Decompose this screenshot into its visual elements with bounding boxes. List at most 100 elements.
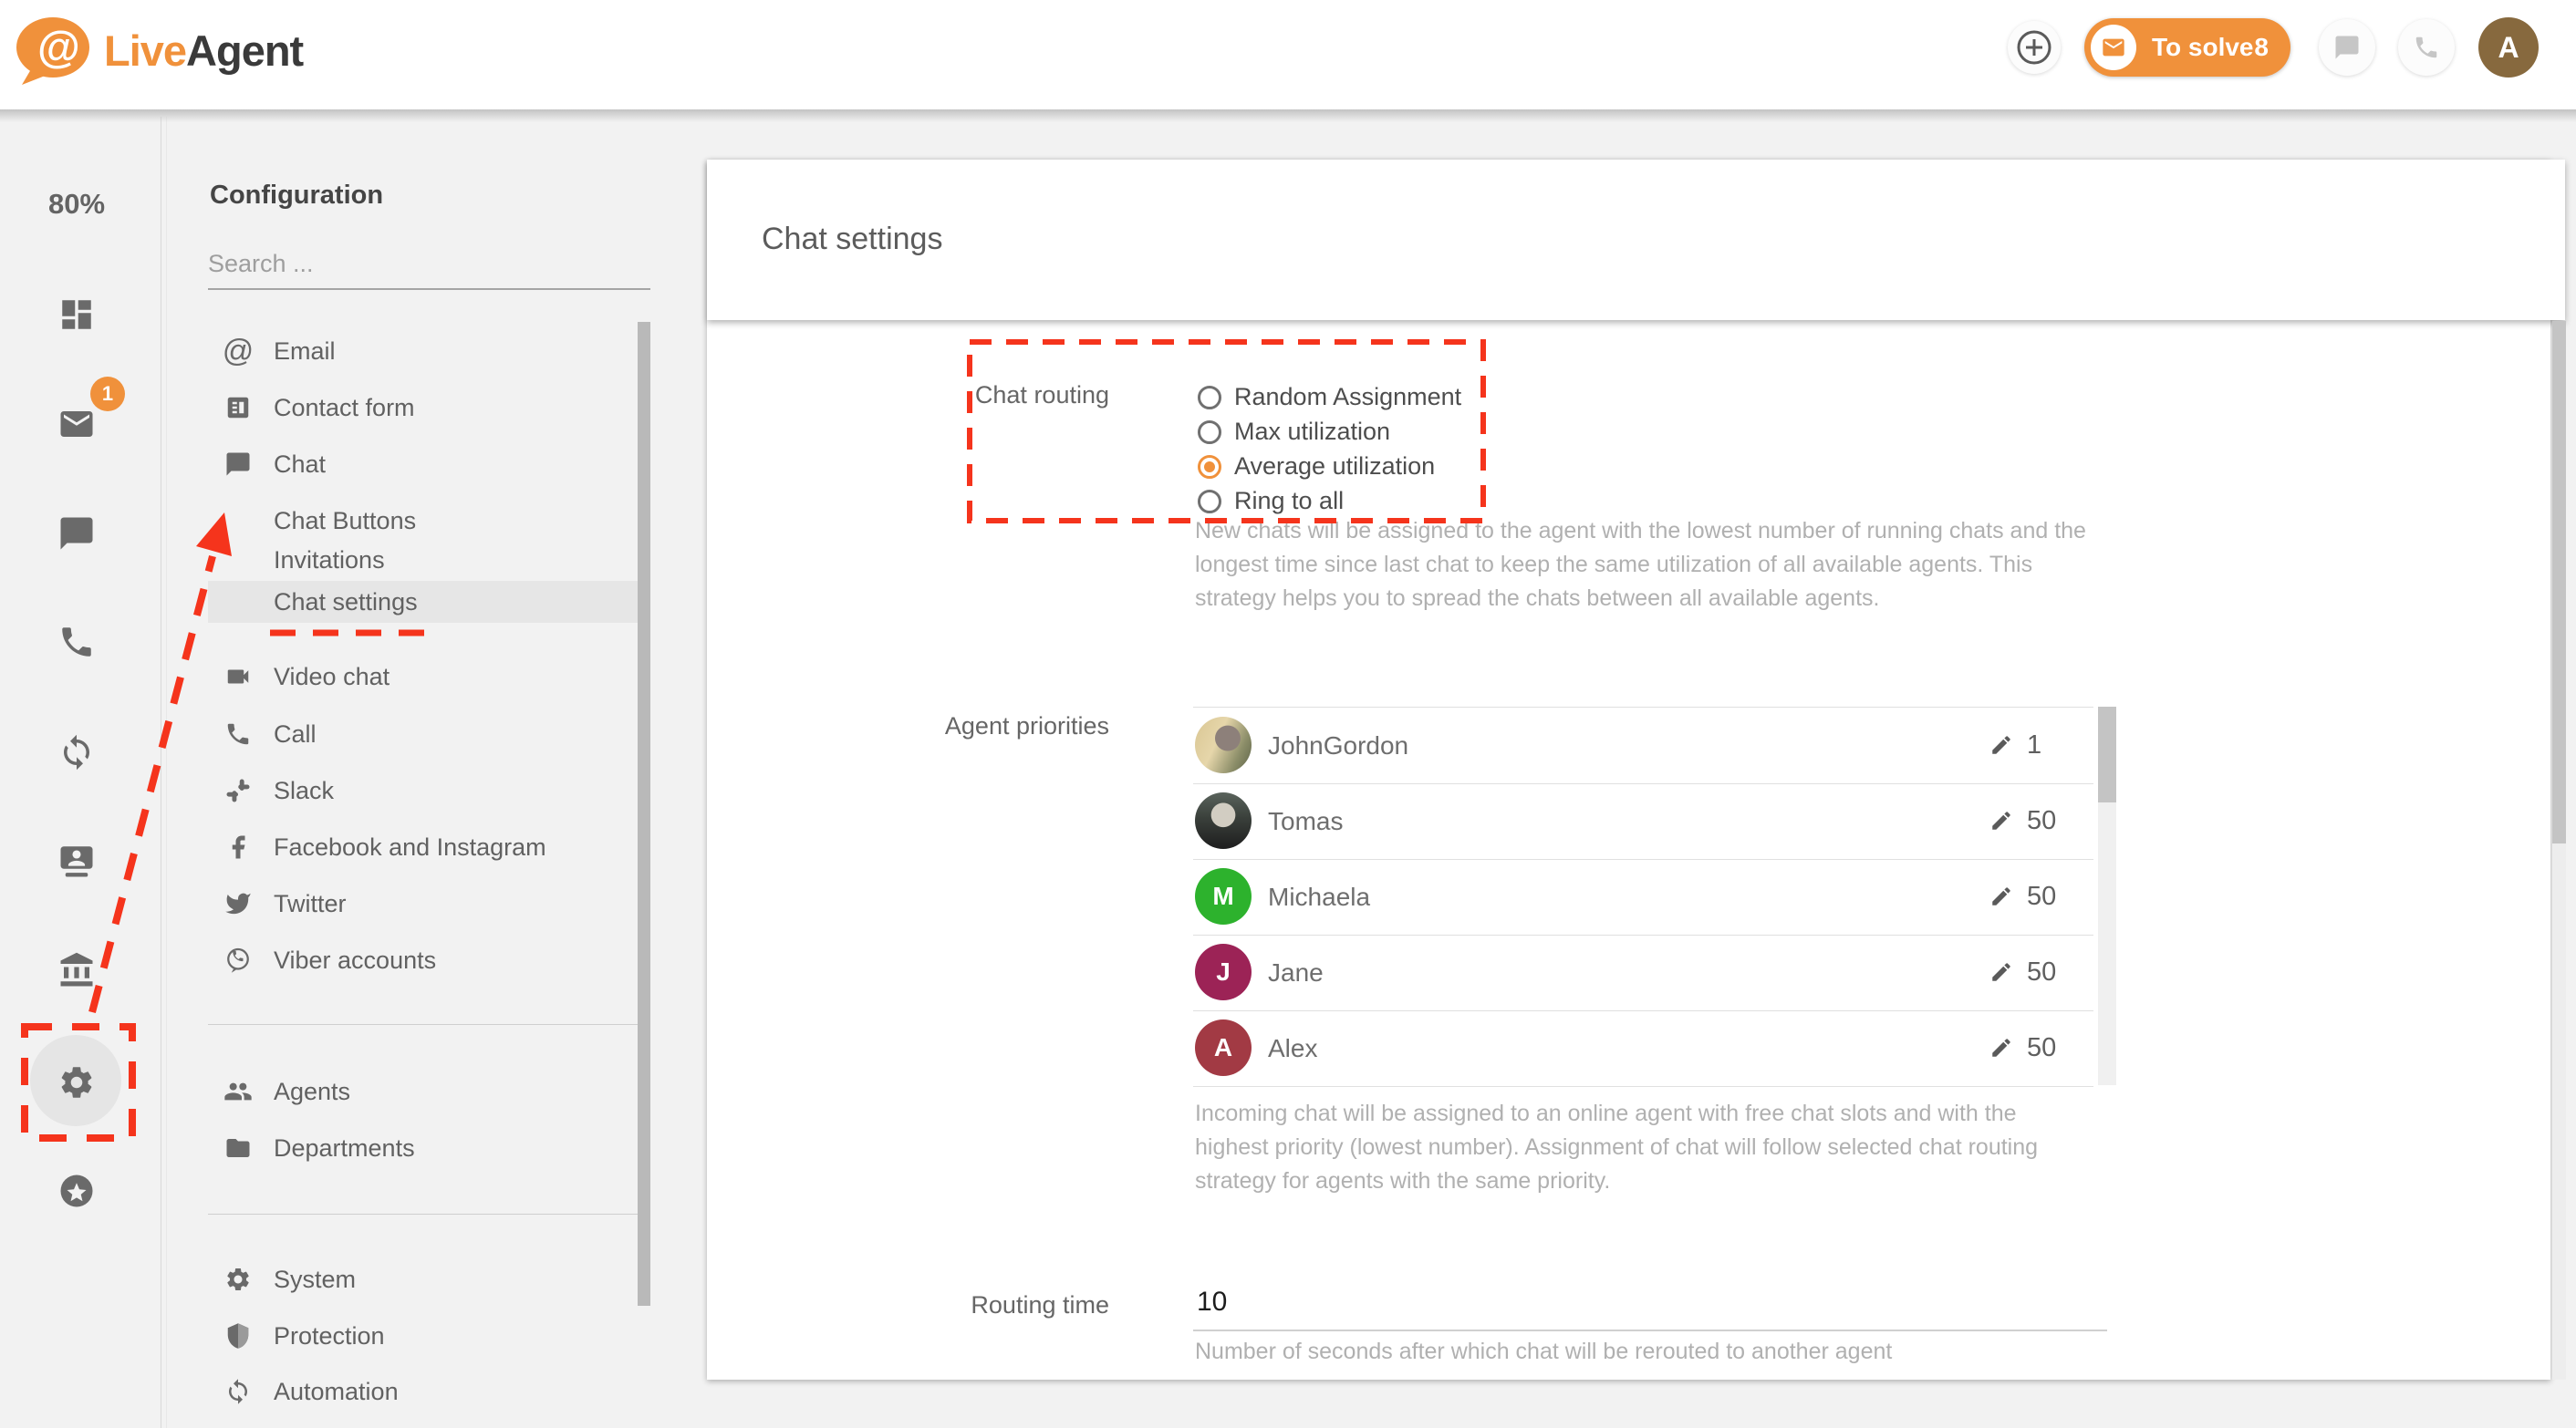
radio-circle-icon[interactable] xyxy=(1198,420,1221,444)
radio-label: Max utilization xyxy=(1234,418,1390,446)
mail-icon xyxy=(57,405,96,443)
routing-time-input[interactable]: 10 xyxy=(1197,1287,1227,1318)
to-solve-button[interactable]: To solve 8 xyxy=(2084,18,2290,77)
dashboard-icon xyxy=(57,295,96,334)
chats-button[interactable] xyxy=(2319,19,2375,76)
user-avatar-initial: A xyxy=(2498,31,2519,65)
radio-circle-icon[interactable] xyxy=(1198,490,1221,513)
priority-value[interactable]: 50 xyxy=(2027,806,2056,836)
sidebar-item-customers[interactable] xyxy=(57,842,96,880)
sidebar-item-automation[interactable] xyxy=(57,733,96,771)
config-item-label: Contact form xyxy=(274,394,415,422)
edit-pencil-icon[interactable] xyxy=(1989,1036,2013,1060)
agent-list-scrollbar-thumb[interactable] xyxy=(2098,707,2116,802)
autorenew-icon xyxy=(57,733,96,771)
sidebar-item-configuration[interactable] xyxy=(57,1063,96,1102)
config-item-label: System xyxy=(274,1266,356,1294)
config-panel-title: Configuration xyxy=(210,181,383,211)
config-item-viber[interactable]: Viber accounts xyxy=(167,932,651,988)
logo-text-live: Live xyxy=(104,26,186,75)
edit-pencil-icon[interactable] xyxy=(1989,885,2013,908)
config-item-agents[interactable]: Agents xyxy=(167,1063,651,1120)
page-scrollbar-thumb[interactable] xyxy=(2552,321,2566,843)
sidebar-item-gamification[interactable] xyxy=(57,1172,96,1210)
agent-priorities-label: Agent priorities xyxy=(836,712,1109,740)
priority-value[interactable]: 1 xyxy=(2027,730,2041,761)
edit-pencil-icon[interactable] xyxy=(1989,809,2013,833)
config-item-label: Chat settings xyxy=(274,588,418,616)
config-item-protection[interactable]: Protection xyxy=(167,1308,651,1364)
autorenew-icon xyxy=(223,1377,253,1406)
radio-random-assignment[interactable]: Random Assignment xyxy=(1198,383,1461,411)
config-item-video-chat[interactable]: Video chat xyxy=(167,648,651,705)
config-item-departments[interactable]: Departments xyxy=(167,1120,651,1176)
calls-button[interactable] xyxy=(2398,19,2455,76)
radio-ring-to-all[interactable]: Ring to all xyxy=(1198,487,1344,515)
sidebar-item-chats[interactable] xyxy=(57,514,96,553)
panel-header xyxy=(707,160,2565,320)
config-item-call[interactable]: Call xyxy=(167,706,651,762)
logo-text: LiveAgent xyxy=(104,26,303,76)
config-item-label: Viber accounts xyxy=(274,947,436,975)
config-scrollbar[interactable] xyxy=(638,322,650,1306)
config-item-chat-settings[interactable]: Chat settings xyxy=(167,582,651,623)
agent-list-scrollbar[interactable] xyxy=(2098,707,2116,1085)
config-item-label: Chat xyxy=(274,450,326,479)
envelope-icon xyxy=(2091,25,2136,70)
sidebar-item-tickets[interactable] xyxy=(57,405,96,443)
config-item-invitations[interactable]: Invitations xyxy=(167,540,651,581)
routing-time-description: Number of seconds after which chat will … xyxy=(1195,1335,2290,1369)
page-scrollbar[interactable] xyxy=(2552,321,2566,1380)
config-item-facebook-instagram[interactable]: Facebook and Instagram xyxy=(167,819,651,875)
radio-label: Average utilization xyxy=(1234,452,1435,481)
facebook-icon xyxy=(223,833,253,862)
user-avatar[interactable]: A xyxy=(2478,17,2539,78)
liveagent-logo[interactable]: @ LiveAgent xyxy=(13,15,303,86)
edit-pencil-icon[interactable] xyxy=(1989,960,2013,984)
avatar xyxy=(1195,717,1252,773)
radio-max-utilization[interactable]: Max utilization xyxy=(1198,418,1390,446)
config-item-automation[interactable]: Automation xyxy=(167,1363,651,1420)
add-new-button[interactable] xyxy=(2008,21,2061,74)
star-circle-icon xyxy=(57,1172,96,1210)
sidebar-item-billing[interactable] xyxy=(57,951,96,989)
config-item-contact-form[interactable]: Contact form xyxy=(167,379,651,436)
config-item-label: Call xyxy=(274,720,317,749)
config-item-label: Chat Buttons xyxy=(274,507,416,535)
avatar xyxy=(1195,792,1252,849)
gear-icon xyxy=(223,1265,253,1294)
config-item-system[interactable]: System xyxy=(167,1251,651,1308)
config-group-divider xyxy=(208,1214,650,1215)
edit-pencil-icon[interactable] xyxy=(1989,733,2013,757)
sidebar-item-dashboard[interactable] xyxy=(57,295,96,334)
radio-label: Random Assignment xyxy=(1234,383,1461,411)
radio-label: Ring to all xyxy=(1234,487,1344,515)
agent-name: Jane xyxy=(1268,958,1324,988)
contact-card-icon xyxy=(57,842,96,880)
video-camera-icon xyxy=(223,662,253,691)
sidebar-item-calls[interactable] xyxy=(57,623,96,661)
chat-routing-description: New chats will be assigned to the agent … xyxy=(1195,514,2103,616)
radio-average-utilization[interactable]: Average utilization xyxy=(1198,452,1435,481)
chat-bubble-icon xyxy=(2333,34,2361,61)
document-icon xyxy=(223,393,253,422)
folder-icon xyxy=(223,1133,253,1163)
avatar: M xyxy=(1195,868,1252,925)
chat-bubble-icon xyxy=(223,450,253,479)
config-item-chat-buttons[interactable]: Chat Buttons xyxy=(167,501,651,542)
to-solve-label: To solve xyxy=(2152,33,2254,62)
radio-selected-icon[interactable] xyxy=(1198,455,1221,479)
config-item-label: Video chat xyxy=(274,663,390,691)
config-item-slack[interactable]: Slack xyxy=(167,762,651,819)
radio-circle-icon[interactable] xyxy=(1198,386,1221,409)
config-item-chat[interactable]: Chat xyxy=(167,436,651,492)
search-input[interactable] xyxy=(208,239,650,290)
config-item-label: Agents xyxy=(274,1078,350,1106)
priority-value[interactable]: 50 xyxy=(2027,1033,2056,1063)
priority-value[interactable]: 50 xyxy=(2027,882,2056,912)
config-item-email[interactable]: @ Email xyxy=(167,323,651,379)
priority-value[interactable]: 50 xyxy=(2027,957,2056,988)
agent-row: J Jane 50 xyxy=(1193,935,2093,1011)
config-item-twitter[interactable]: Twitter xyxy=(167,875,651,932)
page-title: Chat settings xyxy=(762,222,942,257)
